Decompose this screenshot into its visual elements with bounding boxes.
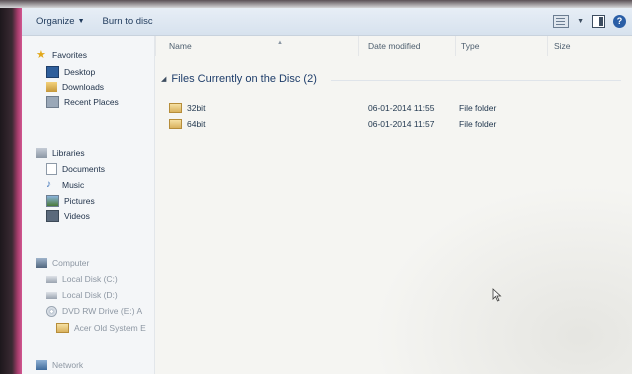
hard-disk-icon xyxy=(46,275,57,283)
nav-libraries-label: Libraries xyxy=(52,148,85,158)
navigation-pane: ★ Favorites Desktop Downloads Recent Pla… xyxy=(22,36,155,374)
organize-label: Organize xyxy=(36,16,75,27)
file-name: 64bit xyxy=(187,119,206,129)
file-row[interactable]: 64bit 06-01-2014 11:57 File folder xyxy=(169,118,619,132)
file-name-cell: 64bit xyxy=(169,119,205,129)
nav-item-dvd-drive[interactable]: DVD RW Drive (E:) A xyxy=(46,304,142,318)
group-header-label: Files Currently on the Disc (2) xyxy=(171,73,317,85)
chevron-down-icon: ▼ xyxy=(77,18,85,25)
nav-item-label: Recent Places xyxy=(64,97,119,107)
nav-network[interactable]: Network xyxy=(36,358,83,372)
file-list: Name ▲ Date modified Type Size ◢ Files C… xyxy=(155,36,632,374)
nav-favorites[interactable]: ★ Favorites xyxy=(36,48,87,62)
downloads-icon xyxy=(46,82,57,92)
nav-item-label: Downloads xyxy=(62,82,105,92)
organize-button[interactable]: Organize ▼ xyxy=(36,16,85,27)
mouse-cursor-icon xyxy=(492,288,502,302)
file-date-modified: 06-01-2014 11:55 xyxy=(368,103,435,113)
file-type: File folder xyxy=(459,103,497,113)
photo-frame-left xyxy=(0,0,22,374)
change-view-icon[interactable] xyxy=(553,15,570,28)
nav-item-downloads[interactable]: Downloads xyxy=(46,80,104,94)
command-bar: Organize ▼ Burn to disc ▼ ? xyxy=(22,8,632,36)
nav-item-label: Local Disk (C:) xyxy=(62,274,118,284)
nav-item-documents[interactable]: Documents xyxy=(46,162,105,176)
nav-item-videos[interactable]: Videos xyxy=(46,209,90,223)
recent-places-icon xyxy=(46,96,59,108)
music-icon: ♪ xyxy=(46,179,51,190)
group-header[interactable]: ◢ Files Currently on the Disc (2) xyxy=(161,73,317,85)
burn-label: Burn to disc xyxy=(102,16,153,27)
file-name-cell: 32bit xyxy=(169,103,205,113)
nav-item-desktop[interactable]: Desktop xyxy=(46,65,95,79)
sort-arrow-icon: ▲ xyxy=(277,40,283,46)
network-icon xyxy=(36,360,47,370)
folder-icon xyxy=(56,323,69,333)
nav-item-recent-places[interactable]: Recent Places xyxy=(46,95,119,109)
nav-item-label: Local Disk (D:) xyxy=(62,290,118,300)
dvd-drive-icon xyxy=(46,305,57,317)
nav-item-label: Music xyxy=(62,180,85,190)
pictures-icon xyxy=(46,195,59,207)
star-icon: ★ xyxy=(36,49,46,61)
videos-icon xyxy=(46,210,59,222)
view-options-chevron-icon[interactable]: ▼ xyxy=(577,18,584,25)
nav-computer-label: Computer xyxy=(52,258,90,268)
folder-icon xyxy=(169,103,182,113)
column-header-name[interactable]: Name ▲ xyxy=(169,40,283,51)
nav-computer[interactable]: Computer xyxy=(36,256,89,270)
column-separator[interactable] xyxy=(358,36,359,56)
column-header-date-modified[interactable]: Date modified xyxy=(368,41,420,51)
column-header-size[interactable]: Size xyxy=(554,41,571,51)
computer-icon xyxy=(36,258,47,268)
documents-icon xyxy=(46,163,57,175)
column-name-label: Name xyxy=(169,41,192,51)
screen-glare xyxy=(372,184,632,374)
file-name: 32bit xyxy=(187,103,206,113)
file-date-modified: 06-01-2014 11:57 xyxy=(368,119,435,129)
folder-icon xyxy=(169,119,182,129)
nav-item-label: DVD RW Drive (E:) A xyxy=(62,306,143,316)
nav-item-music[interactable]: ♪ Music xyxy=(46,178,84,192)
nav-item-label: Acer Old System E xyxy=(74,323,146,333)
nav-item-acer-old-system[interactable]: Acer Old System E xyxy=(56,321,146,335)
column-separator xyxy=(155,36,156,56)
nav-item-label: Documents xyxy=(62,164,105,174)
nav-item-label: Desktop xyxy=(64,67,96,77)
desktop-icon xyxy=(46,66,59,78)
column-separator[interactable] xyxy=(455,36,456,56)
group-divider xyxy=(331,80,621,81)
libraries-icon xyxy=(36,148,47,158)
hard-disk-icon xyxy=(46,291,57,299)
file-type: File folder xyxy=(459,119,497,129)
collapse-triangle-icon[interactable]: ◢ xyxy=(161,75,166,83)
help-icon[interactable]: ? xyxy=(613,15,626,28)
column-separator[interactable] xyxy=(547,36,548,56)
photo-frame-top xyxy=(0,0,632,8)
preview-pane-icon[interactable] xyxy=(592,15,605,28)
column-header-type[interactable]: Type xyxy=(461,41,479,51)
nav-item-label: Videos xyxy=(64,211,90,221)
file-row[interactable]: 32bit 06-01-2014 11:55 File folder xyxy=(169,102,619,116)
burn-to-disc-button[interactable]: Burn to disc xyxy=(103,16,153,27)
nav-item-label: Pictures xyxy=(64,196,95,206)
nav-favorites-label: Favorites xyxy=(52,50,87,60)
nav-item-local-disk-c[interactable]: Local Disk (C:) xyxy=(46,272,118,286)
explorer-window: Organize ▼ Burn to disc ▼ ? ★ Favorites … xyxy=(22,8,632,374)
nav-item-local-disk-d[interactable]: Local Disk (D:) xyxy=(46,288,118,302)
nav-network-label: Network xyxy=(52,360,84,370)
nav-libraries[interactable]: Libraries xyxy=(36,146,85,160)
nav-item-pictures[interactable]: Pictures xyxy=(46,194,95,208)
toolbar-right: ▼ ? xyxy=(553,8,626,35)
